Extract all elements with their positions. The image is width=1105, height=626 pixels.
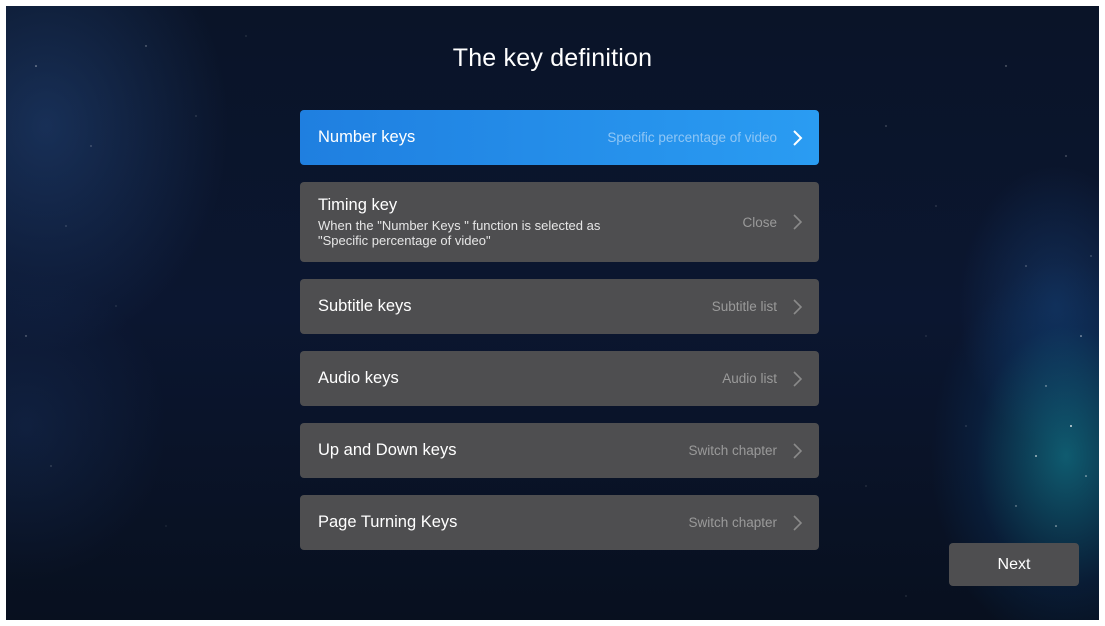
menu-item-value: Close [742, 214, 777, 230]
next-button[interactable]: Next [949, 543, 1079, 586]
menu-item-text: Up and Down keys [318, 441, 688, 460]
chevron-right-icon [791, 129, 803, 147]
menu-item-label: Audio keys [318, 369, 399, 387]
menu-item-value: Switch chapter [688, 515, 777, 530]
menu-item-timing-key[interactable]: Timing key When the "Number Keys " funct… [300, 182, 819, 262]
menu-item-value: Audio list [722, 371, 777, 386]
menu-item-subtitle-keys[interactable]: Subtitle keys Subtitle list [300, 279, 819, 334]
menu-item-page-turning-keys[interactable]: Page Turning Keys Switch chapter [300, 495, 819, 550]
menu-item-label: Number keys [318, 128, 416, 146]
menu-item-label: Timing key [318, 196, 398, 214]
menu-item-text: Timing key When the "Number Keys " funct… [318, 196, 742, 248]
chevron-right-icon [791, 370, 803, 388]
chevron-right-icon [791, 298, 803, 316]
menu-item-text: Number keys [318, 128, 607, 147]
menu-item-text: Page Turning Keys [318, 513, 688, 532]
key-definition-menu: Number keys Specific percentage of video… [300, 110, 819, 567]
chevron-right-icon [791, 514, 803, 532]
menu-item-number-keys[interactable]: Number keys Specific percentage of video [300, 110, 819, 165]
menu-item-value: Switch chapter [688, 443, 777, 458]
menu-item-label: Subtitle keys [318, 297, 412, 315]
menu-item-text: Audio keys [318, 369, 722, 388]
menu-item-description: When the "Number Keys " function is sele… [318, 218, 601, 248]
menu-item-label: Page Turning Keys [318, 513, 458, 531]
screen: The key definition Number keys Specific … [6, 6, 1099, 620]
menu-item-label: Up and Down keys [318, 441, 457, 459]
menu-item-text: Subtitle keys [318, 297, 712, 316]
chevron-right-icon [791, 213, 803, 231]
menu-item-value: Specific percentage of video [607, 130, 777, 145]
page-title: The key definition [452, 44, 653, 72]
menu-item-audio-keys[interactable]: Audio keys Audio list [300, 351, 819, 406]
chevron-right-icon [791, 442, 803, 460]
menu-item-value: Subtitle list [711, 299, 777, 314]
menu-item-up-down-keys[interactable]: Up and Down keys Switch chapter [300, 423, 819, 478]
